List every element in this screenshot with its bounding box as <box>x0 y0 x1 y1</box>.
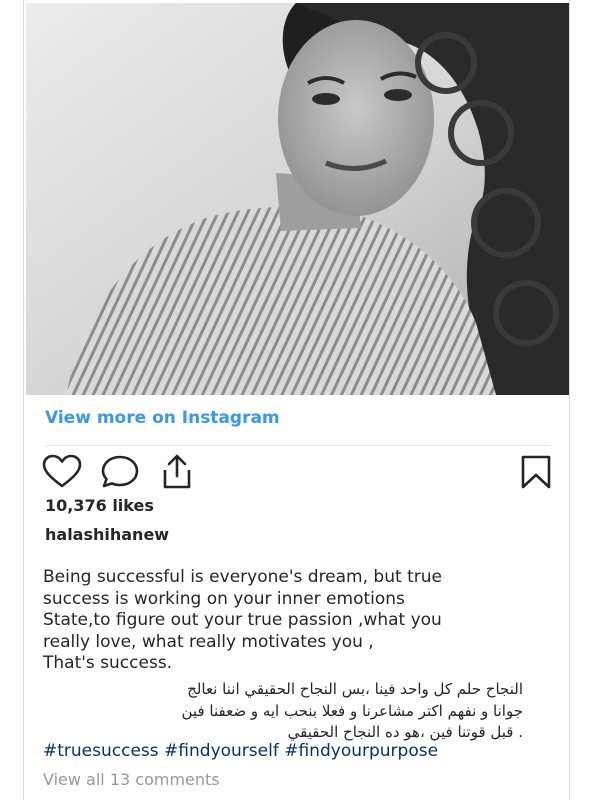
heart-icon <box>42 454 82 488</box>
caption-line: State,to figure out your true passion ,w… <box>43 610 442 630</box>
hashtag-truesuccess[interactable]: #truesuccess <box>43 741 159 761</box>
caption-line: That's success. <box>43 653 173 673</box>
portrait-image <box>26 3 569 395</box>
post-username[interactable]: halashihanew <box>45 525 169 544</box>
caption-line: success is working on your inner emotion… <box>43 588 405 609</box>
share-button[interactable] <box>157 454 193 490</box>
instagram-embed-card: View more on Instagram 10,376 likes hala… <box>23 0 570 800</box>
caption-line: Being successful is everyone's dream, bu… <box>43 567 442 587</box>
hashtag-row: #truesuccess #findyourself #findyourpurp… <box>43 741 438 761</box>
hashtag-findyourself[interactable]: #findyourself <box>164 741 279 761</box>
action-bar <box>42 454 552 490</box>
like-count[interactable]: 10,376 likes <box>45 496 154 515</box>
share-icon <box>163 454 191 489</box>
caption-line: really love, what really motivates you , <box>43 631 374 652</box>
hashtag-findyourpurpose[interactable]: #findyourpurpose <box>284 741 438 761</box>
post-photo[interactable] <box>26 3 569 395</box>
post-caption: Being successful is everyone's dream, bu… <box>43 567 553 675</box>
like-button[interactable] <box>42 454 82 490</box>
divider <box>45 445 550 446</box>
arabic-caption-line: النجاح حلم كل واحد فينا ،بس النجاح الحقي… <box>187 680 523 698</box>
save-button[interactable] <box>518 454 554 490</box>
comment-button[interactable] <box>100 454 139 490</box>
bookmark-icon <box>521 455 551 489</box>
view-more-link[interactable]: View more on Instagram <box>45 408 280 428</box>
view-comments-link[interactable]: View all 13 comments <box>43 770 220 789</box>
arabic-caption: النجاح حلم كل واحد فينا ،بس النجاح الحقي… <box>43 679 523 744</box>
comment-icon <box>101 455 139 488</box>
arabic-caption-line: جوانا و نفهم اكتر مشاعرنا و فعلا بنحب اي… <box>181 701 523 720</box>
